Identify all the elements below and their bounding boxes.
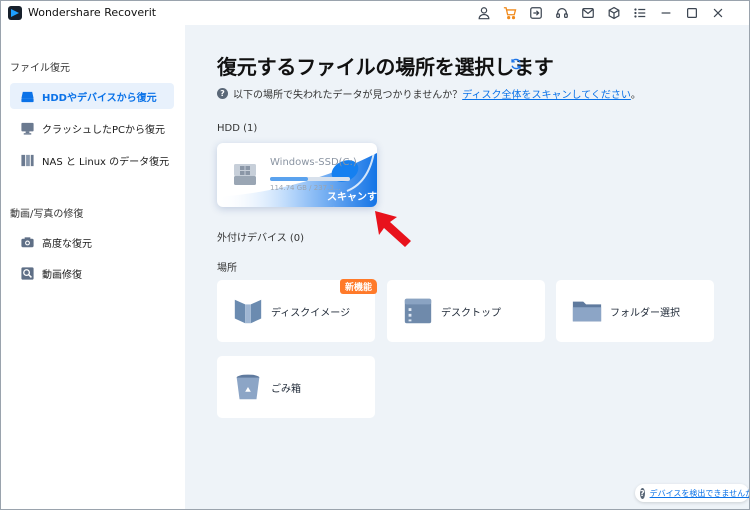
location-label: ごみ箱: [271, 383, 301, 395]
minimize-icon[interactable]: [653, 3, 679, 23]
drive-card-windows-ssd[interactable]: Windows-SSD(C:) 114.74 GB / 237.3... スキャ…: [217, 143, 377, 207]
location-desktop[interactable]: デスクトップ: [387, 280, 545, 342]
hdd-section-label: HDD (1): [217, 123, 258, 134]
device-not-detected-help[interactable]: ? デバイスを検出できませんか？: [635, 484, 749, 502]
hdd-drive-icon: [234, 164, 256, 185]
app-window: Wondershare Recoverit ファイル復元 HDDやデバイスから復…: [0, 0, 750, 510]
monitor-icon: [19, 120, 35, 136]
box-icon[interactable]: [601, 3, 627, 23]
locations-label: 場所: [217, 263, 237, 274]
location-label: デスクトップ: [441, 307, 501, 319]
scan-button[interactable]: スキャンする: [327, 188, 377, 207]
desktop-icon: [401, 294, 435, 328]
help-link-text[interactable]: デバイスを検出できませんか？: [650, 488, 749, 499]
section-heading-file-recovery: ファイル復元: [10, 63, 70, 74]
drive-usage-fill: [270, 177, 309, 181]
app-title: Wondershare Recoverit: [28, 6, 157, 19]
disk-image-icon: [231, 294, 265, 328]
sidebar-item-label: NAS と Linux のデータ復元: [42, 156, 170, 168]
location-recycle-bin[interactable]: ごみ箱: [217, 356, 375, 418]
folder-icon: [570, 294, 604, 328]
sidebar-item-label: 動画修復: [42, 269, 82, 281]
new-feature-badge: 新機能: [339, 279, 377, 294]
main-panel: 復元するファイルの場所を選択します ? 以下の場所で失われたデータが見つかりませ…: [185, 25, 749, 509]
cart-icon[interactable]: [497, 3, 523, 23]
sidebar-item-hdd-recovery[interactable]: HDDやデバイスから復元: [10, 83, 174, 109]
section-heading-repair: 動画/写真の修復: [10, 209, 84, 220]
menu-icon[interactable]: [627, 3, 653, 23]
title-bar: Wondershare Recoverit: [1, 1, 749, 25]
sidebar-item-video-repair[interactable]: 動画修復: [10, 260, 174, 286]
red-pointer-arrow-icon: [375, 211, 411, 247]
location-disk-image[interactable]: ディスクイメージ 新機能: [217, 279, 377, 342]
question-icon: ?: [217, 88, 228, 99]
sidebar-item-label: HDDやデバイスから復元: [42, 92, 157, 104]
hint-line: ? 以下の場所で失われたデータが見つかりませんか？ ディスク全体をスキャンしてく…: [217, 86, 641, 101]
hdd-icon: [19, 88, 35, 104]
scan-entire-disk-link[interactable]: ディスク全体をスキャンしてください: [462, 86, 631, 101]
support-headset-icon[interactable]: [549, 3, 575, 23]
external-devices-label: 外付けデバイス (0): [217, 233, 305, 244]
hint-end: 。: [630, 90, 641, 101]
location-label: フォルダー選択: [610, 307, 680, 319]
sidebar-item-crashed-pc[interactable]: クラッシュしたPCから復元: [10, 115, 174, 141]
page-title: 復元するファイルの場所を選択します: [217, 55, 554, 79]
drive-usage-bar: [270, 177, 350, 181]
maximize-icon[interactable]: [679, 3, 705, 23]
close-icon[interactable]: [705, 3, 731, 23]
recycle-bin-icon: [231, 370, 265, 404]
video-repair-icon: [19, 265, 35, 281]
location-folder-select[interactable]: フォルダー選択: [556, 280, 714, 342]
question-icon: ?: [640, 487, 645, 499]
sidebar-item-nas-linux[interactable]: NAS と Linux のデータ復元: [10, 147, 174, 173]
sidebar: ファイル復元 HDDやデバイスから復元 クラッシュしたPCから復元 NAS と …: [1, 25, 185, 509]
nas-icon: [19, 152, 35, 168]
mail-icon[interactable]: [575, 3, 601, 23]
sign-in-icon[interactable]: [523, 3, 549, 23]
drive-name: Windows-SSD(C:): [270, 157, 357, 168]
refresh-icon[interactable]: [509, 57, 523, 71]
sidebar-item-label: 高度な復元: [42, 238, 92, 250]
sidebar-item-label: クラッシュしたPCから復元: [42, 124, 166, 136]
hint-text: 以下の場所で失われたデータが見つかりませんか？: [233, 90, 463, 101]
app-logo-icon: [8, 6, 22, 20]
location-label: ディスクイメージ: [271, 307, 351, 319]
account-icon[interactable]: [471, 3, 497, 23]
camera-icon: [19, 234, 35, 250]
sidebar-item-advanced-recovery[interactable]: 高度な復元: [10, 229, 174, 255]
